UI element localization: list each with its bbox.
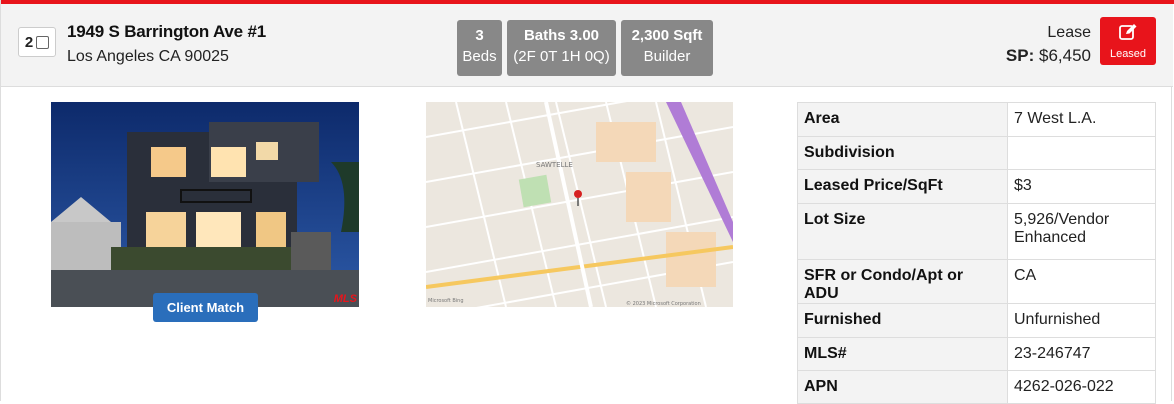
sp-value: $6,450 [1039,46,1091,65]
sold-price: SP: $6,450 [1006,44,1091,68]
listing-details-table: Area 7 West L.A. Subdivision Leased Pric… [797,102,1156,404]
detail-value: 23-246747 [1007,337,1156,371]
listing-status: Lease [1047,24,1091,41]
detail-label: Area [797,102,1008,137]
detail-row-property-type: SFR or Condo/Apt or ADU CA [797,259,1156,304]
leased-button[interactable]: Leased [1100,17,1156,65]
address-line2: Los Angeles CA 90025 [67,48,229,65]
detail-label: Furnished [797,303,1008,338]
detail-value: CA [1007,259,1156,304]
detail-label: Lot Size [797,203,1008,260]
baths-detail: (2F 0T 1H 0Q) [513,48,610,65]
listing-header: 2 1949 S Barrington Ave #1 Los Angeles C… [1,4,1173,87]
map-attribution: Microsoft Bing [428,298,464,304]
checkbox-square[interactable] [36,35,50,49]
sqft-source: Builder [643,48,691,65]
detail-value: Unfurnished [1007,303,1156,338]
detail-label: Leased Price/SqFt [797,169,1008,204]
detail-row-price-sqft: Leased Price/SqFt $3 [797,169,1156,204]
sqft-value: 2,300 Sqft [631,27,703,44]
baths-badge: Baths 3.00 (2F 0T 1H 0Q) [507,20,616,76]
leased-label: Leased [1109,48,1147,60]
mls-logo: MLS [333,293,357,305]
detail-label: MLS# [797,337,1008,371]
listing-index: 2 [24,33,34,51]
detail-value [1007,136,1156,170]
detail-label: APN [797,370,1008,404]
apn-link[interactable]: 4262-026-022 [1007,370,1156,404]
detail-row-lot-size: Lot Size 5,926/Vendor Enhanced [797,203,1156,260]
detail-row-area: Area 7 West L.A. [797,102,1156,137]
detail-row-subdivision: Subdivision [797,136,1156,170]
sp-label: SP: [1005,46,1035,65]
address-line1[interactable]: 1949 S Barrington Ave #1 [67,22,266,42]
price-status-block: Lease SP: $6,450 [1006,22,1091,68]
property-photo[interactable]: MLS [51,102,359,307]
detail-value: 5,926/Vendor Enhanced [1007,203,1156,260]
detail-label: SFR or Condo/Apt or ADU [797,259,1008,304]
detail-label: Subdivision [797,136,1008,170]
detail-value: 7 West L.A. [1007,102,1156,137]
beds-value: 3 [475,27,484,44]
detail-row-apn: APN 4262-026-022 [797,370,1156,404]
beds-label: Beds [462,48,497,65]
listing-card: 2 1949 S Barrington Ave #1 Los Angeles C… [0,0,1174,404]
edit-icon [1119,24,1137,40]
client-match-button[interactable]: Client Match [153,293,258,322]
map-copyright: © 2023 Microsoft Corporation [626,300,701,307]
beds-badge: 3 Beds [457,20,502,76]
baths-value: Baths 3.00 [523,27,600,44]
select-listing-checkbox[interactable]: 2 [18,27,56,57]
sqft-badge: 2,300 Sqft Builder [621,20,713,76]
detail-row-furnished: Furnished Unfurnished [797,303,1156,338]
location-map[interactable]: SAWTELLE Microsoft Bing © 2023 Microsoft… [426,102,733,307]
detail-row-mls: MLS# 23-246747 [797,337,1156,371]
map-district-label: SAWTELLE [536,161,573,169]
detail-value: $3 [1007,169,1156,204]
